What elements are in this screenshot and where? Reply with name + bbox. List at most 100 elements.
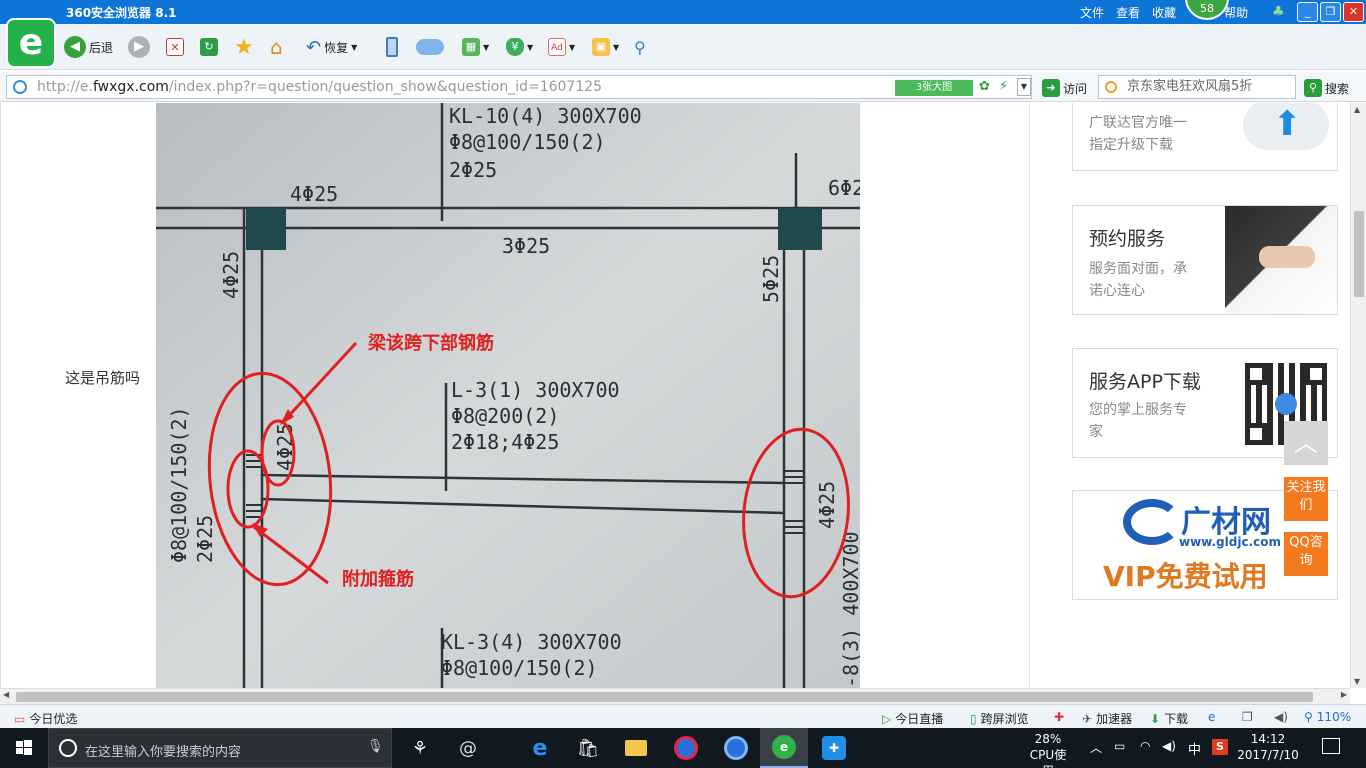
skin-icon[interactable]: ♣ bbox=[1272, 4, 1285, 20]
cortana-icon bbox=[59, 739, 77, 757]
ie-icon[interactable]: e bbox=[1208, 710, 1215, 724]
left-vertical-stirrup: Φ8@100/150(2) bbox=[167, 406, 191, 563]
favorite-button[interactable]: ★ bbox=[234, 34, 254, 60]
menu-help[interactable]: 帮助 bbox=[1224, 4, 1248, 21]
back-to-top-button[interactable]: ︿ bbox=[1284, 421, 1328, 465]
visit-button[interactable]: ➜ 访问 bbox=[1042, 79, 1087, 97]
taskbar-app-360browser[interactable]: e bbox=[760, 728, 808, 768]
play-icon: ▷ bbox=[882, 711, 892, 726]
search-input[interactable]: 京东家电狂欢风扇5折 bbox=[1098, 75, 1296, 99]
scroll-left-icon[interactable]: ◀ bbox=[3, 690, 9, 699]
window-icon[interactable]: ❐ bbox=[1242, 710, 1253, 724]
task-view-button[interactable]: ⚘ bbox=[396, 728, 444, 768]
window-title: 360安全浏览器 8.1 bbox=[66, 6, 177, 20]
menu-favorites[interactable]: 收藏 bbox=[1152, 4, 1176, 21]
maximize-button[interactable]: ❐ bbox=[1320, 2, 1341, 22]
volume-icon[interactable]: ◀) bbox=[1274, 710, 1288, 724]
big-image-button[interactable]: 3张大图 bbox=[895, 80, 973, 96]
dropdown-arrow-icon: ▼ bbox=[527, 42, 534, 52]
zoom-level[interactable]: ⚲ 110% bbox=[1304, 710, 1351, 724]
restore-button[interactable]: ↶ 恢复 ▼ bbox=[306, 34, 357, 60]
reload-icon[interactable]: ✿ bbox=[979, 76, 990, 98]
follow-us-button[interactable]: 关注我们 bbox=[1284, 477, 1328, 521]
taskbar-app-store[interactable]: 🛍 bbox=[564, 728, 612, 768]
bolt-icon[interactable]: ⚡ bbox=[999, 76, 1008, 98]
taskbar-app-glodon2[interactable] bbox=[712, 728, 760, 768]
gift-icon: ▭ bbox=[14, 711, 26, 726]
cpu-percent: 28% bbox=[1034, 732, 1062, 746]
horizontal-scroll-thumb[interactable] bbox=[16, 692, 1313, 702]
taskbar-app-edge[interactable]: e bbox=[516, 728, 564, 768]
glodon-blue-icon bbox=[724, 736, 748, 760]
back-label: 后退 bbox=[89, 40, 114, 55]
system-clock[interactable]: 14:12 2017/7/10 bbox=[1236, 731, 1300, 763]
qq-consult-button[interactable]: QQ咨询 bbox=[1284, 532, 1328, 576]
plugin-icon[interactable]: ✚ bbox=[1054, 710, 1064, 724]
scroll-up-icon[interactable]: ▲ bbox=[1354, 105, 1360, 114]
back-arrow-icon: ◀ bbox=[64, 36, 86, 58]
taskbar-app-browser2[interactable]: @ bbox=[444, 728, 492, 768]
vertical-scrollbar[interactable]: ▲ ▼ bbox=[1350, 103, 1366, 688]
security-button[interactable]: ¥ ▼ bbox=[506, 34, 533, 60]
start-button[interactable] bbox=[0, 728, 48, 768]
vertical-scroll-thumb[interactable] bbox=[1354, 211, 1364, 297]
scroll-down-icon[interactable]: ▼ bbox=[1354, 677, 1360, 686]
structural-drawing-image[interactable]: KL-10(4) 300X700 Φ8@100/150(2) 2Φ25 4Φ25… bbox=[156, 103, 860, 688]
microphone-icon[interactable]: 🎙 bbox=[367, 739, 384, 754]
undo-icon: ↶ bbox=[306, 36, 322, 58]
daily-pick-button[interactable]: ▭ 今日优选 bbox=[14, 710, 77, 727]
minimize-button[interactable]: _ bbox=[1297, 2, 1318, 22]
right-col-rebar: 5Φ25 bbox=[759, 255, 783, 303]
visit-label: 访问 bbox=[1063, 81, 1088, 96]
apps-button[interactable]: ▦ ▼ bbox=[462, 34, 489, 60]
rocket-icon: ✈ bbox=[1082, 711, 1093, 726]
url-dropdown-icon[interactable]: ▼ bbox=[1017, 78, 1031, 96]
refresh-button[interactable]: ↻ bbox=[200, 34, 218, 60]
url-input[interactable]: http://e.fwxgx.com/index.php?r=question/… bbox=[6, 75, 1032, 99]
drawing-svg: KL-10(4) 300X700 Φ8@100/150(2) 2Φ25 4Φ25… bbox=[156, 103, 860, 688]
speaker-icon[interactable]: ◀) bbox=[1162, 739, 1176, 753]
taskbar-app-explorer[interactable] bbox=[612, 728, 660, 768]
cpu-monitor[interactable]: 28% CPU使用 bbox=[1024, 731, 1072, 768]
top-left-rebar: 4Φ25 bbox=[290, 182, 338, 206]
appointment-service-card[interactable]: 预约服务 服务面对面，承 诺心连心 bbox=[1072, 205, 1338, 315]
live-button[interactable]: ▷ 今日直播 bbox=[882, 710, 943, 727]
menu-view[interactable]: 查看 bbox=[1116, 4, 1140, 21]
plus-app-icon: ✚ bbox=[822, 736, 846, 760]
url-domain: fwxgx.com bbox=[92, 79, 169, 95]
page-content: 这是吊筋吗 KL-10(4) 300X700 Φ8@100/150(2) 2Φ2… bbox=[0, 103, 1350, 688]
horizontal-scrollbar[interactable]: ◀ ▶ bbox=[0, 688, 1350, 704]
mobile-button[interactable] bbox=[386, 34, 398, 60]
menu-file[interactable]: 文件 bbox=[1080, 4, 1104, 21]
refresh-icon: ↻ bbox=[200, 38, 218, 56]
ime-indicator[interactable]: 中 bbox=[1188, 739, 1201, 758]
battery-icon[interactable]: ▭ bbox=[1114, 739, 1125, 753]
taskbar-app-glodon1[interactable] bbox=[662, 728, 710, 768]
back-button[interactable]: ◀ 后退 bbox=[64, 34, 113, 60]
taskbar-app-tool[interactable]: ✚ bbox=[810, 728, 858, 768]
forward-button[interactable]: ▶ bbox=[128, 34, 150, 60]
capture-button[interactable]: ▣ ▼ bbox=[592, 34, 619, 60]
taskbar-search-input[interactable]: 在这里输入你要搜索的内容 🎙 bbox=[48, 728, 392, 768]
stop-button[interactable]: ✕ bbox=[166, 34, 184, 60]
sogou-ime-icon[interactable]: S bbox=[1212, 739, 1228, 755]
accelerator-button[interactable]: ✈ 加速器 bbox=[1082, 710, 1132, 727]
home-button[interactable]: ⌂ bbox=[270, 34, 283, 60]
browser-logo-icon[interactable]: e bbox=[6, 18, 56, 68]
title-bar: 360安全浏览器 8.1 文件 查看 收藏 工具 帮助 58 ♣ _ ❐ ✕ bbox=[0, 0, 1366, 24]
wifi-icon[interactable]: ◠ bbox=[1140, 739, 1150, 753]
notification-center-icon[interactable] bbox=[1322, 738, 1340, 754]
scroll-right-icon[interactable]: ▶ bbox=[1341, 690, 1347, 699]
upgrade-card[interactable]: 广联达官方唯一 指定升级下载 ⬆ bbox=[1072, 103, 1338, 171]
upgrade-line1: 广联达官方唯一 bbox=[1089, 115, 1187, 131]
tray-expand-icon[interactable]: ︿ bbox=[1090, 739, 1102, 756]
cross-screen-button[interactable]: ▯ 跨屏浏览 bbox=[970, 710, 1029, 727]
close-button[interactable]: ✕ bbox=[1343, 2, 1364, 22]
download-button[interactable]: ⬇ 下载 bbox=[1150, 710, 1188, 727]
search-button[interactable]: ⚲ 搜索 bbox=[1304, 79, 1349, 97]
left-vertical-bottom: 2Φ25 bbox=[193, 515, 217, 563]
cloud-button[interactable] bbox=[416, 34, 444, 60]
adblock-button[interactable]: Ad ▼ bbox=[548, 34, 575, 60]
gldjc-logo-icon bbox=[1123, 499, 1181, 545]
zoom-button[interactable]: ⚲ bbox=[634, 34, 646, 60]
